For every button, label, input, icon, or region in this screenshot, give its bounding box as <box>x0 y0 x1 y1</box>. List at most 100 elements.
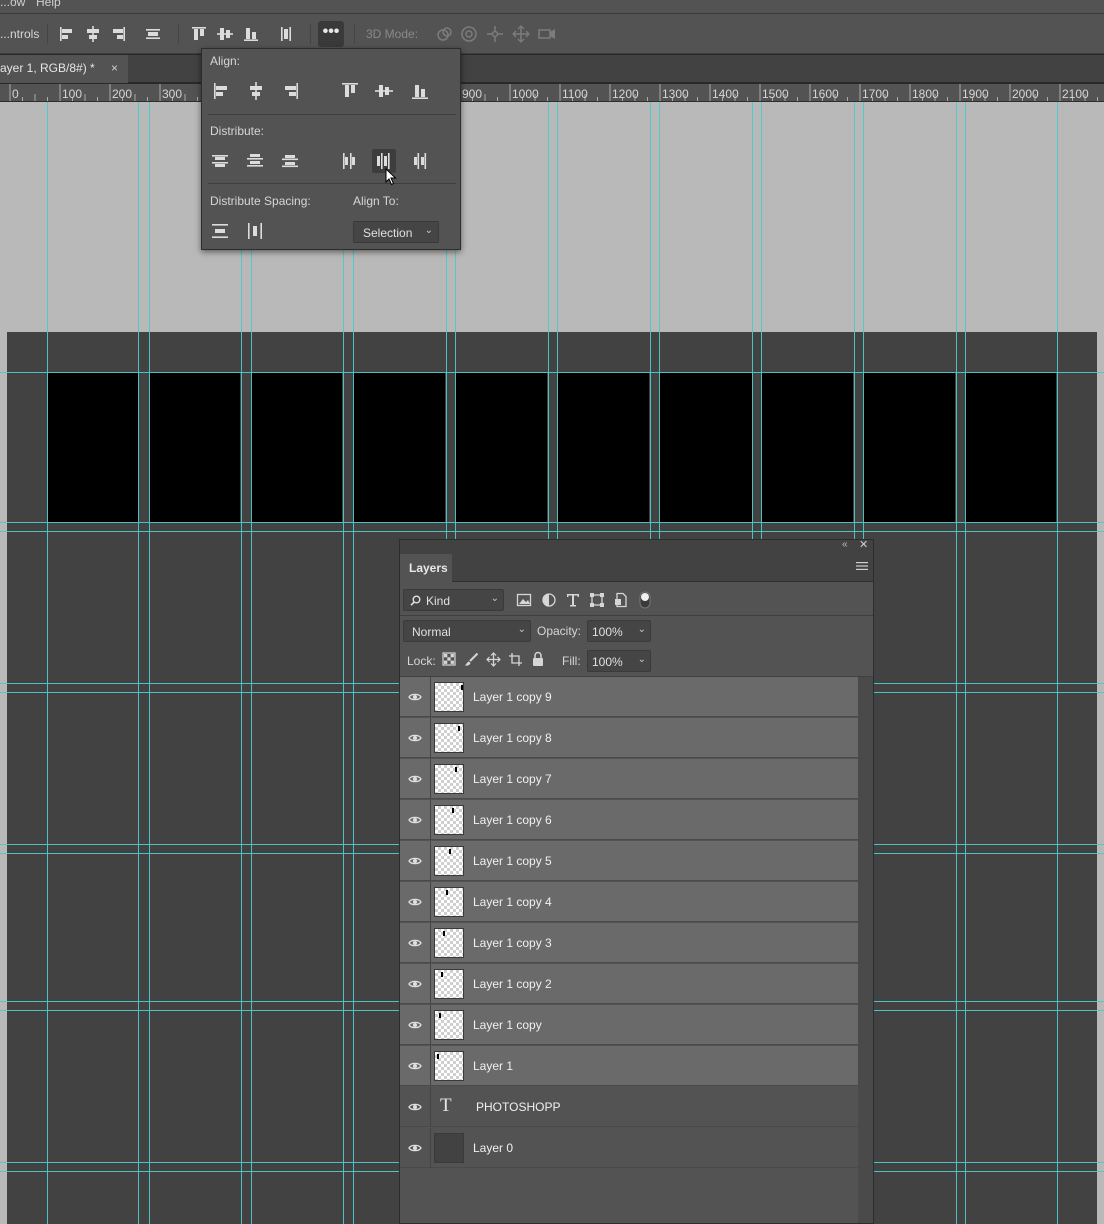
layer-thumbnail[interactable] <box>434 1133 464 1163</box>
3d-scale-camera-icon[interactable] <box>536 23 558 45</box>
layer-row[interactable]: Layer 1 <box>400 1046 858 1086</box>
guide-horizontal[interactable] <box>0 531 1104 532</box>
visibility-eye-icon[interactable] <box>408 690 422 704</box>
align-top-edges-icon[interactable] <box>188 23 210 45</box>
canvas-rectangle[interactable] <box>761 372 853 522</box>
blend-mode-dropdown[interactable]: Normal ⌄ <box>403 620 531 642</box>
align-right-edges-icon[interactable] <box>278 79 302 103</box>
adjustment-layer-filter-icon[interactable] <box>541 592 557 608</box>
layer-name[interactable]: Layer 1 copy 6 <box>473 813 552 827</box>
align-left-edges-icon[interactable] <box>210 79 234 103</box>
lock-position-icon[interactable] <box>486 652 501 667</box>
guide-vertical[interactable] <box>353 102 354 1224</box>
layer-name[interactable]: Layer 1 copy <box>473 1018 542 1032</box>
layer-row[interactable]: Layer 1 copy 5 <box>400 841 858 881</box>
distribute-bottom-edges-icon[interactable] <box>278 149 302 173</box>
visibility-eye-icon[interactable] <box>408 772 422 786</box>
pixel-layer-filter-icon[interactable] <box>516 592 532 608</box>
guide-vertical[interactable] <box>251 102 252 1224</box>
opacity-field[interactable]: 100% ⌄ <box>587 620 651 642</box>
align-bottom-edges-icon[interactable] <box>240 23 262 45</box>
shape-layer-filter-icon[interactable] <box>589 592 605 608</box>
transform-controls-label[interactable]: ...ntrols <box>0 27 39 41</box>
layer-row[interactable]: Layer 1 copy 4 <box>400 882 858 922</box>
layer-thumbnail[interactable] <box>434 887 464 917</box>
more-options-button[interactable]: ••• <box>318 21 344 47</box>
smart-object-filter-icon[interactable] <box>613 592 629 608</box>
canvas-rectangle[interactable] <box>353 372 445 522</box>
visibility-eye-icon[interactable] <box>408 1018 422 1032</box>
layer-thumbnail[interactable] <box>434 682 464 712</box>
visibility-eye-icon[interactable] <box>408 977 422 991</box>
filter-toggle-icon[interactable] <box>639 591 651 609</box>
canvas-rectangle[interactable] <box>455 372 547 522</box>
close-tab-icon[interactable]: × <box>111 61 118 75</box>
panel-menu-icon[interactable] <box>856 561 868 571</box>
layer-row[interactable]: T PHOTOSHOPP <box>400 1087 858 1127</box>
tab-layers[interactable]: Layers <box>400 554 452 582</box>
layer-thumbnail[interactable] <box>434 1010 464 1040</box>
visibility-eye-icon[interactable] <box>408 813 422 827</box>
guide-vertical[interactable] <box>138 102 139 1224</box>
layer-name[interactable]: Layer 1 copy 7 <box>473 772 552 786</box>
align-vertical-centers-icon[interactable] <box>214 23 236 45</box>
align-left-edges-icon[interactable] <box>56 23 78 45</box>
layer-thumbnail[interactable] <box>434 723 464 753</box>
layer-thumbnail[interactable] <box>434 805 464 835</box>
layer-name[interactable]: Layer 1 <box>473 1059 513 1073</box>
layer-row[interactable]: Layer 1 copy <box>400 1005 858 1045</box>
distribute-vertical-centers-icon[interactable] <box>243 149 267 173</box>
visibility-eye-icon[interactable] <box>408 895 422 909</box>
align-top-edges-icon[interactable] <box>338 79 362 103</box>
layer-name[interactable]: Layer 1 copy 4 <box>473 895 552 909</box>
layer-thumbnail[interactable] <box>434 1051 464 1081</box>
menu-item-window[interactable]: ...ow <box>0 0 25 9</box>
distribute-vertical-space-icon[interactable] <box>208 219 232 243</box>
visibility-eye-icon[interactable] <box>408 1059 422 1073</box>
distribute-top-edges-icon[interactable] <box>208 149 232 173</box>
guide-horizontal[interactable] <box>0 372 1104 373</box>
layer-name[interactable]: Layer 1 copy 2 <box>473 977 552 991</box>
distribute-vertically-icon[interactable] <box>275 23 297 45</box>
layer-thumbnail[interactable] <box>434 969 464 999</box>
lock-all-icon[interactable] <box>531 651 545 667</box>
guide-vertical[interactable] <box>343 102 344 1224</box>
guide-vertical[interactable] <box>956 102 957 1224</box>
layer-thumbnail[interactable] <box>434 846 464 876</box>
guide-vertical[interactable] <box>47 102 48 1224</box>
visibility-eye-icon[interactable] <box>408 1141 422 1155</box>
layer-row[interactable]: Layer 1 copy 2 <box>400 964 858 1004</box>
document-tab[interactable]: ayer 1, RGB/8#) * × <box>0 55 128 83</box>
fill-field[interactable]: 100% ⌄ <box>587 650 651 672</box>
layer-name[interactable]: Layer 1 copy 5 <box>473 854 552 868</box>
align-horizontal-centers-icon[interactable] <box>244 79 268 103</box>
canvas-rectangle[interactable] <box>557 372 649 522</box>
guide-vertical[interactable] <box>149 102 150 1224</box>
collapse-panel-icon[interactable]: « <box>842 539 848 550</box>
canvas-rectangle[interactable] <box>965 372 1056 522</box>
canvas-rectangle[interactable] <box>251 372 342 522</box>
guide-vertical[interactable] <box>965 102 966 1224</box>
layer-thumbnail[interactable] <box>434 764 464 794</box>
3d-orbit-icon[interactable] <box>432 23 454 45</box>
distribute-horizontally-icon[interactable] <box>142 23 164 45</box>
3d-slide-icon[interactable] <box>510 23 532 45</box>
visibility-eye-icon[interactable] <box>408 854 422 868</box>
layer-row[interactable]: Layer 1 copy 9 <box>400 677 858 717</box>
canvas-rectangle[interactable] <box>863 372 955 522</box>
distribute-horizontal-space-icon[interactable] <box>243 219 267 243</box>
horizontal-ruler[interactable]: 0 100 200 300 900 1000 1100 1200 1300 1400 1500 160… <box>0 84 1104 102</box>
align-right-edges-icon[interactable] <box>107 23 129 45</box>
align-to-dropdown[interactable]: Selection ⌄ <box>353 221 439 243</box>
canvas-rectangle[interactable] <box>659 372 752 522</box>
layer-name[interactable]: Layer 1 copy 3 <box>473 936 552 950</box>
layers-scrollbar[interactable] <box>858 677 873 1223</box>
3d-pan-icon[interactable] <box>484 23 506 45</box>
layer-thumbnail[interactable] <box>434 928 464 958</box>
guide-vertical[interactable] <box>241 102 242 1224</box>
3d-roll-icon[interactable] <box>458 23 480 45</box>
visibility-eye-icon[interactable] <box>408 936 422 950</box>
layer-name[interactable]: Layer 1 copy 8 <box>473 731 552 745</box>
lock-image-pixels-icon[interactable] <box>464 652 479 667</box>
layer-row[interactable]: Layer 1 copy 7 <box>400 759 858 799</box>
